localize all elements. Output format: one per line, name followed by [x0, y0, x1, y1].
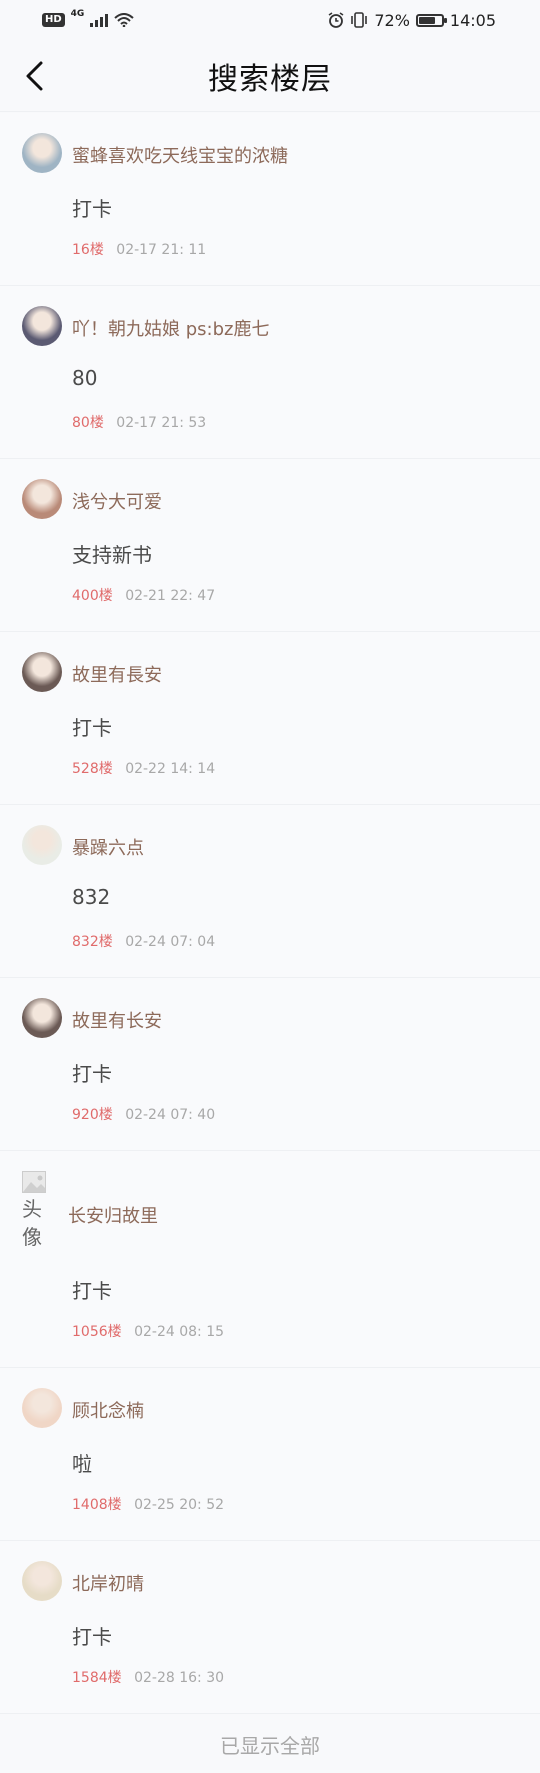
post-content: 832	[72, 885, 111, 909]
post-content: 打卡	[72, 197, 112, 221]
floor-number: 16楼	[72, 242, 104, 258]
post-content: 打卡	[72, 716, 112, 740]
wifi-icon	[114, 13, 134, 27]
avatar-broken[interactable]: 头 像	[22, 1171, 52, 1251]
nickname[interactable]: 暴躁六点	[72, 834, 144, 860]
battery-percent: 72%	[374, 10, 410, 30]
post-meta: 920楼 02-24 07: 40	[72, 1104, 215, 1124]
nav-bar: 搜索楼层	[0, 40, 540, 112]
floor-number: 400楼	[72, 588, 113, 604]
nickname[interactable]: 蜜蜂喜欢吃天线宝宝的浓糖	[72, 142, 288, 168]
floor-number: 920楼	[72, 1107, 113, 1123]
post-content: 80	[72, 366, 98, 390]
post-time: 02-21 22: 47	[125, 588, 216, 604]
post-time: 02-17 21: 53	[116, 415, 207, 431]
status-bar: HD 4G 72% 14:05	[0, 0, 540, 40]
avatar[interactable]	[22, 825, 62, 865]
nickname[interactable]: 顾北念楠	[72, 1397, 144, 1423]
post-time: 02-24 07: 40	[125, 1107, 216, 1123]
chevron-left-icon	[26, 61, 43, 91]
hd-icon: HD	[42, 13, 65, 27]
network-type: 4G	[70, 9, 85, 19]
avatar[interactable]	[22, 652, 62, 692]
status-left: HD 4G	[42, 9, 134, 27]
battery-icon	[415, 13, 447, 27]
floor-list: 蜜蜂喜欢吃天线宝宝的浓糖 打卡 16楼 02-17 21: 11 吖！朝九姑娘 …	[0, 113, 540, 1714]
floor-number: 1584楼	[72, 1670, 122, 1686]
floor-number: 1408楼	[72, 1497, 122, 1513]
avatar[interactable]	[22, 1388, 62, 1428]
post-time: 02-17 21: 11	[116, 242, 207, 258]
end-of-list-text: 已显示全部	[220, 1734, 320, 1758]
floor-number: 1056楼	[72, 1324, 122, 1340]
avatar[interactable]	[22, 479, 62, 519]
post-content: 啦	[72, 1452, 92, 1476]
nickname[interactable]: 故里有長安	[72, 661, 162, 687]
post-content: 打卡	[72, 1062, 112, 1086]
post-time: 02-24 08: 15	[134, 1324, 225, 1340]
list-item[interactable]: 故里有長安 打卡 528楼 02-22 14: 14	[0, 632, 540, 805]
post-meta: 1408楼 02-25 20: 52	[72, 1494, 224, 1514]
post-content: 支持新书	[72, 543, 152, 567]
post-time: 02-28 16: 30	[134, 1670, 225, 1686]
floor-number: 80楼	[72, 415, 104, 431]
end-of-list: 已显示全部	[0, 1718, 540, 1773]
floor-number: 528楼	[72, 761, 113, 777]
back-button[interactable]	[14, 56, 54, 96]
list-item[interactable]: 蜜蜂喜欢吃天线宝宝的浓糖 打卡 16楼 02-17 21: 11	[0, 113, 540, 286]
post-meta: 832楼 02-24 07: 04	[72, 931, 215, 951]
post-meta: 16楼 02-17 21: 11	[72, 239, 206, 259]
battery-level	[418, 16, 435, 24]
list-item[interactable]: 顾北念楠 啦 1408楼 02-25 20: 52	[0, 1368, 540, 1541]
broken-image-icon	[22, 1171, 46, 1193]
post-content: 打卡	[72, 1625, 112, 1649]
nickname[interactable]: 故里有长安	[72, 1007, 162, 1033]
vibrate-icon	[351, 12, 368, 28]
avatar[interactable]	[22, 998, 62, 1038]
nickname[interactable]: 吖！朝九姑娘 ps:bz鹿七	[72, 315, 269, 341]
post-content: 打卡	[72, 1279, 112, 1303]
clock: 14:05	[449, 10, 496, 30]
floor-number: 832楼	[72, 934, 113, 950]
signal-icon	[90, 14, 109, 27]
post-meta: 80楼 02-17 21: 53	[72, 412, 206, 432]
post-time: 02-24 07: 04	[125, 934, 216, 950]
list-item[interactable]: 北岸初晴 打卡 1584楼 02-28 16: 30	[0, 1541, 540, 1714]
list-item[interactable]: 吖！朝九姑娘 ps:bz鹿七 80 80楼 02-17 21: 53	[0, 286, 540, 459]
post-time: 02-25 20: 52	[134, 1497, 225, 1513]
nickname[interactable]: 北岸初晴	[72, 1570, 144, 1596]
post-meta: 1584楼 02-28 16: 30	[72, 1667, 224, 1687]
alarm-icon	[328, 12, 344, 28]
nickname[interactable]: 长安归故里	[68, 1202, 158, 1228]
post-meta: 1056楼 02-24 08: 15	[72, 1321, 224, 1341]
list-item[interactable]: 故里有长安 打卡 920楼 02-24 07: 40	[0, 978, 540, 1151]
list-item[interactable]: 浅兮大可爱 支持新书 400楼 02-21 22: 47	[0, 459, 540, 632]
avatar-alt-text: 像	[22, 1225, 42, 1249]
post-meta: 528楼 02-22 14: 14	[72, 758, 215, 778]
post-meta: 400楼 02-21 22: 47	[72, 585, 215, 605]
nickname[interactable]: 浅兮大可爱	[72, 488, 162, 514]
list-item[interactable]: 头 像 长安归故里 打卡 1056楼 02-24 08: 15	[0, 1151, 540, 1368]
avatar[interactable]	[22, 306, 62, 346]
page-title: 搜索楼层	[208, 61, 332, 97]
status-right: 72% 14:05	[328, 11, 496, 30]
avatar[interactable]	[22, 133, 62, 173]
list-item[interactable]: 暴躁六点 832 832楼 02-24 07: 04	[0, 805, 540, 978]
avatar-alt-text: 头	[22, 1197, 42, 1221]
post-time: 02-22 14: 14	[125, 761, 216, 777]
avatar[interactable]	[22, 1561, 62, 1601]
